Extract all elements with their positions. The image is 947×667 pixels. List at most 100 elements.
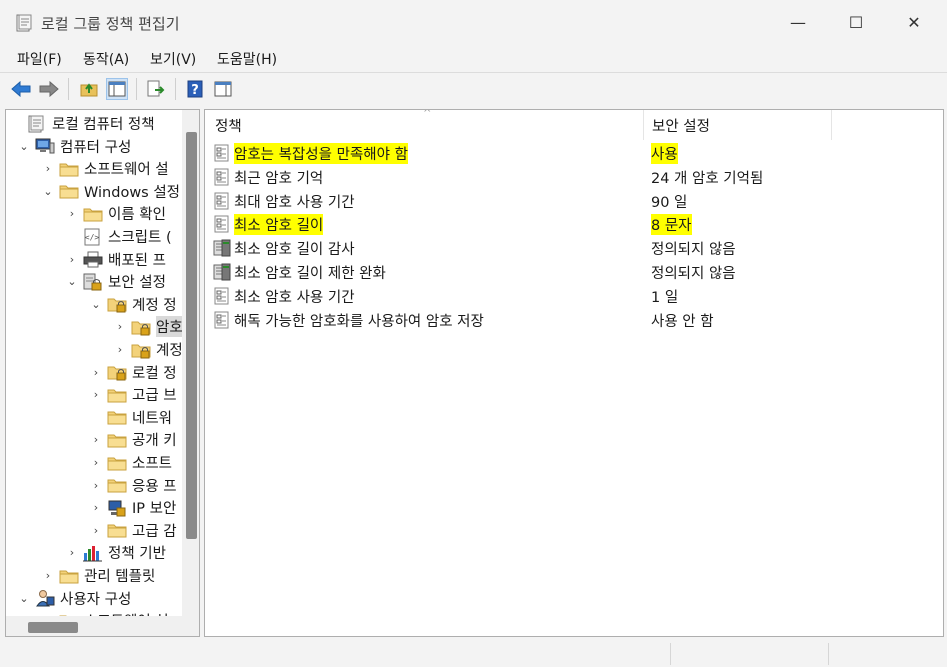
policy-security-setting: 사용 안 함 (651, 313, 714, 330)
tree-node[interactable]: 로컬 컴퓨터 정책 (27, 112, 155, 135)
folder-icon (59, 160, 79, 178)
tree-node[interactable]: 이름 확인 (83, 202, 166, 225)
status-separator (670, 643, 671, 665)
column-separator[interactable] (831, 110, 832, 140)
chevron-right-icon[interactable]: › (114, 320, 126, 333)
policy-name: 최소 암호 길이 감사 (234, 242, 355, 259)
chevron-right-icon[interactable]: › (42, 162, 54, 175)
chevron-right-icon[interactable]: › (90, 524, 102, 537)
tree-node-label: 계정 (156, 343, 183, 359)
tree-node[interactable]: 계정 정 (107, 293, 177, 316)
policy-row[interactable]: 최근 암호 기억 24 개 암호 기억됨 (205, 165, 943, 188)
menu-view[interactable]: 보기(V) (150, 49, 196, 69)
tree-horizontal-scrollbar[interactable] (6, 616, 182, 636)
policy-row[interactable]: 해독 가능한 암호화를 사용하여 암호 저장 사용 안 함 (205, 308, 943, 331)
help-button[interactable]: ? (184, 78, 206, 100)
forward-button[interactable] (38, 78, 60, 100)
policy-row[interactable]: 최대 암호 사용 기간 90 일 (205, 189, 943, 212)
up-one-level-button[interactable] (78, 78, 100, 100)
scrollbar-thumb[interactable] (186, 132, 197, 539)
tree-node-label: IP 보안 (132, 501, 177, 518)
tree-node-label: 공개 키 (132, 433, 177, 450)
forward-icon (39, 81, 59, 97)
tree-vertical-scrollbar[interactable] (182, 110, 199, 636)
policy-row[interactable]: 최소 암호 사용 기간 1 일 (205, 284, 943, 307)
menu-action[interactable]: 동작(A) (83, 49, 129, 69)
chevron-right-icon[interactable]: › (66, 207, 78, 220)
tree-node-label: 이름 확인 (108, 207, 166, 224)
svg-text:?: ? (191, 83, 199, 98)
tree-node[interactable]: 계정 (131, 338, 183, 361)
scrollbar-thumb[interactable] (28, 622, 78, 633)
maximize-button[interactable]: ☐ (827, 0, 885, 44)
policy-item-icon (213, 168, 231, 186)
user-icon (35, 589, 55, 607)
policy-security-setting: 24 개 암호 기억됨 (651, 170, 764, 187)
tree-node-label: 소프트 (132, 456, 173, 472)
tree-node[interactable]: 고급 브 (107, 383, 177, 406)
policy-row[interactable]: 암호는 복잡성을 만족해야 함 사용 (205, 141, 943, 164)
tree-node[interactable]: 응용 프 (107, 474, 177, 497)
tree-node[interactable]: 소프트웨어 설 (59, 157, 169, 180)
chevron-right-icon[interactable]: › (90, 366, 102, 379)
tree-node[interactable]: 관리 템플릿 (59, 564, 155, 587)
show-hide-tree-button[interactable] (106, 78, 128, 100)
chevron-right-icon[interactable]: › (90, 479, 102, 492)
chevron-right-icon[interactable]: › (90, 388, 102, 401)
folder-icon (107, 521, 127, 539)
chevron-right-icon[interactable]: › (66, 546, 78, 559)
tree-node[interactable]: 정책 기반 (83, 541, 166, 564)
chevron-right-icon[interactable]: › (66, 253, 78, 266)
chevron-down-icon[interactable]: ⌄ (18, 140, 30, 153)
policy-row[interactable]: 최소 암호 길이 8 문자 (205, 212, 943, 236)
tree-node[interactable]: 네트워 (107, 406, 172, 429)
folder-icon (107, 408, 127, 426)
tree-node[interactable]: </> 스크립트 ( (83, 225, 172, 248)
tree-node[interactable]: 소프트 (107, 451, 172, 474)
tree-node-label: 로컬 컴퓨터 정책 (52, 117, 155, 133)
column-header-security-setting[interactable]: 보안 설정 (652, 110, 710, 140)
policy-security-setting: 정의되지 않음 (651, 242, 736, 259)
chevron-down-icon[interactable]: ⌄ (66, 275, 78, 288)
tree-node[interactable]: 보안 설정 (83, 270, 166, 293)
chevron-right-icon[interactable]: › (42, 569, 54, 582)
minimize-button[interactable]: — (769, 0, 827, 44)
tree-node[interactable]: 사용자 구성 (35, 587, 131, 610)
chevron-down-icon[interactable]: ⌄ (18, 592, 30, 605)
menu-help[interactable]: 도움말(H) (217, 49, 277, 69)
back-button[interactable] (10, 78, 32, 100)
tree-node[interactable]: Windows 설정 (59, 180, 180, 203)
close-button[interactable]: ✕ (885, 0, 943, 44)
column-separator[interactable] (643, 110, 644, 140)
show-hide-tree-icon (108, 81, 126, 97)
menu-file[interactable]: 파일(F) (17, 49, 62, 69)
chevron-down-icon[interactable]: ⌄ (42, 185, 54, 198)
sort-arrow-icon: ^ (423, 109, 432, 119)
console-tree[interactable]: 로컬 컴퓨터 정책 ⌄ 컴퓨터 구성 › 소프트웨어 설 ⌄ Windows 설정 › 이름 확… (5, 109, 200, 637)
tree-node[interactable]: 컴퓨터 구성 (35, 135, 131, 158)
folder-icon (59, 182, 79, 200)
tree-node[interactable]: 고급 감 (107, 519, 177, 542)
tree-node[interactable]: 암호 (131, 315, 183, 338)
policy-row[interactable]: 최소 암호 길이 제한 완화 정의되지 않음 (205, 260, 943, 283)
chevron-down-icon[interactable]: ⌄ (90, 298, 102, 311)
export-list-button[interactable] (145, 78, 167, 100)
chevron-right-icon[interactable]: › (90, 456, 102, 469)
tree-node[interactable]: IP 보안 (107, 496, 176, 519)
tree-node[interactable]: 배포된 프 (83, 248, 166, 271)
tree-node-label: 로컬 정 (132, 365, 177, 382)
chevron-right-icon[interactable]: › (90, 433, 102, 446)
chevron-right-icon[interactable]: › (114, 343, 126, 356)
policy-list[interactable]: ^ 정책 보안 설정 암호는 복잡성을 만족해야 함 사용 최근 암호 기억 24 개… (204, 109, 944, 637)
policy-row[interactable]: 최소 암호 길이 감사 정의되지 않음 (205, 236, 943, 259)
title-bar: 로컬 그룹 정책 편집기 — ☐ ✕ (0, 0, 947, 44)
lock-folder-icon (131, 341, 151, 359)
folder-icon (107, 476, 127, 494)
tree-node[interactable]: 로컬 정 (107, 361, 177, 384)
folder-icon (83, 205, 103, 223)
chevron-right-icon[interactable]: › (90, 501, 102, 514)
computer-icon (35, 137, 55, 155)
show-action-pane-button[interactable] (212, 78, 234, 100)
column-header-policy[interactable]: 정책 (215, 110, 242, 140)
tree-node[interactable]: 공개 키 (107, 428, 177, 451)
